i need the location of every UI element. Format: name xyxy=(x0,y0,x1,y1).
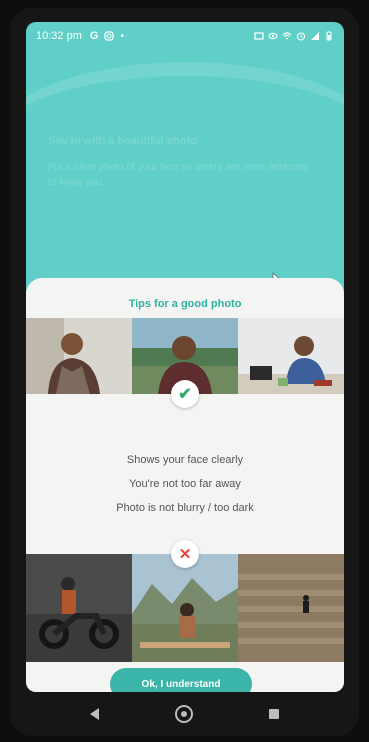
signal-icon xyxy=(311,32,319,40)
good-photo-1 xyxy=(26,318,132,394)
cast-icon xyxy=(254,32,264,40)
eye-icon xyxy=(268,32,278,40)
bad-photo-2 xyxy=(132,554,238,662)
bad-photo-examples xyxy=(26,554,344,662)
tip-item: You're not too far away xyxy=(129,478,241,490)
google-icon: G xyxy=(89,30,99,42)
decorative-arc xyxy=(26,62,344,236)
recents-icon[interactable] xyxy=(269,709,279,719)
battery-icon xyxy=(326,31,332,41)
app-screen: 10:32 pm G • Say hi with a beautiful pho… xyxy=(26,22,344,692)
home-icon[interactable] xyxy=(175,705,193,723)
phone-frame: 10:32 pm G • Say hi with a beautiful pho… xyxy=(10,8,359,736)
cross-icon: ✕ xyxy=(171,540,199,568)
sheet-title: Tips for a good photo xyxy=(128,298,242,310)
wifi-icon xyxy=(282,32,292,40)
background-heading: Say hi with a beautiful photo xyxy=(48,135,198,147)
status-time: 10:32 pm xyxy=(36,30,82,42)
good-photo-3 xyxy=(238,318,344,394)
ok-understand-button[interactable]: Ok, I understand xyxy=(110,668,252,692)
tips-bottom-sheet: Tips for a good photo ✔ Shows your face … xyxy=(26,278,344,692)
dot-icon: • xyxy=(120,30,124,42)
back-icon[interactable] xyxy=(90,708,99,720)
android-nav-bar xyxy=(10,694,359,734)
tip-item: Shows your face clearly xyxy=(126,454,244,466)
bad-photo-1 xyxy=(26,554,132,662)
status-bar: 10:32 pm G • xyxy=(26,22,344,50)
check-icon: ✔ xyxy=(171,380,199,408)
instagram-icon xyxy=(104,31,115,41)
alarm-icon xyxy=(296,32,306,41)
good-tips-list: Shows your face clearly You're not too f… xyxy=(26,448,344,520)
bad-photo-3 xyxy=(238,554,344,662)
background-subheading: Put a clear photo of your face so others… xyxy=(48,162,308,188)
tip-item: Photo is not blurry / too dark xyxy=(116,502,254,514)
